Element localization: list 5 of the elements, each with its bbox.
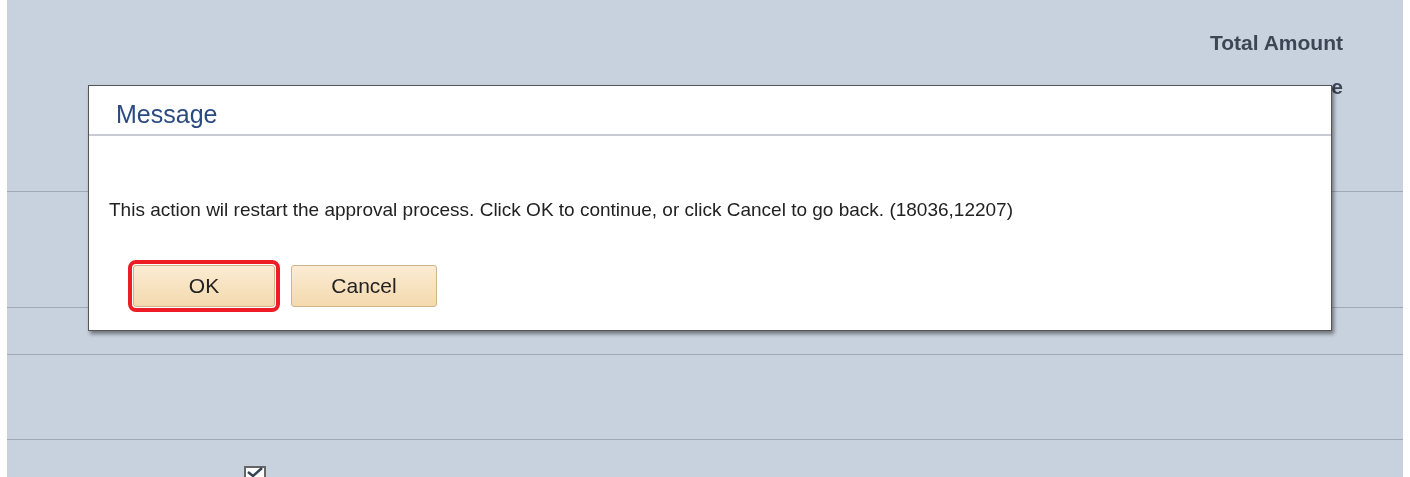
- column-heading: Total Amount: [1210, 31, 1343, 55]
- column-heading: e: [1331, 75, 1343, 99]
- cancel-button[interactable]: Cancel: [291, 265, 437, 307]
- dialog-message: This action wil restart the approval process. Click OK to continue, or click Cancel to go back. (18036,12207): [109, 199, 1014, 221]
- dialog-title: Message: [116, 99, 219, 130]
